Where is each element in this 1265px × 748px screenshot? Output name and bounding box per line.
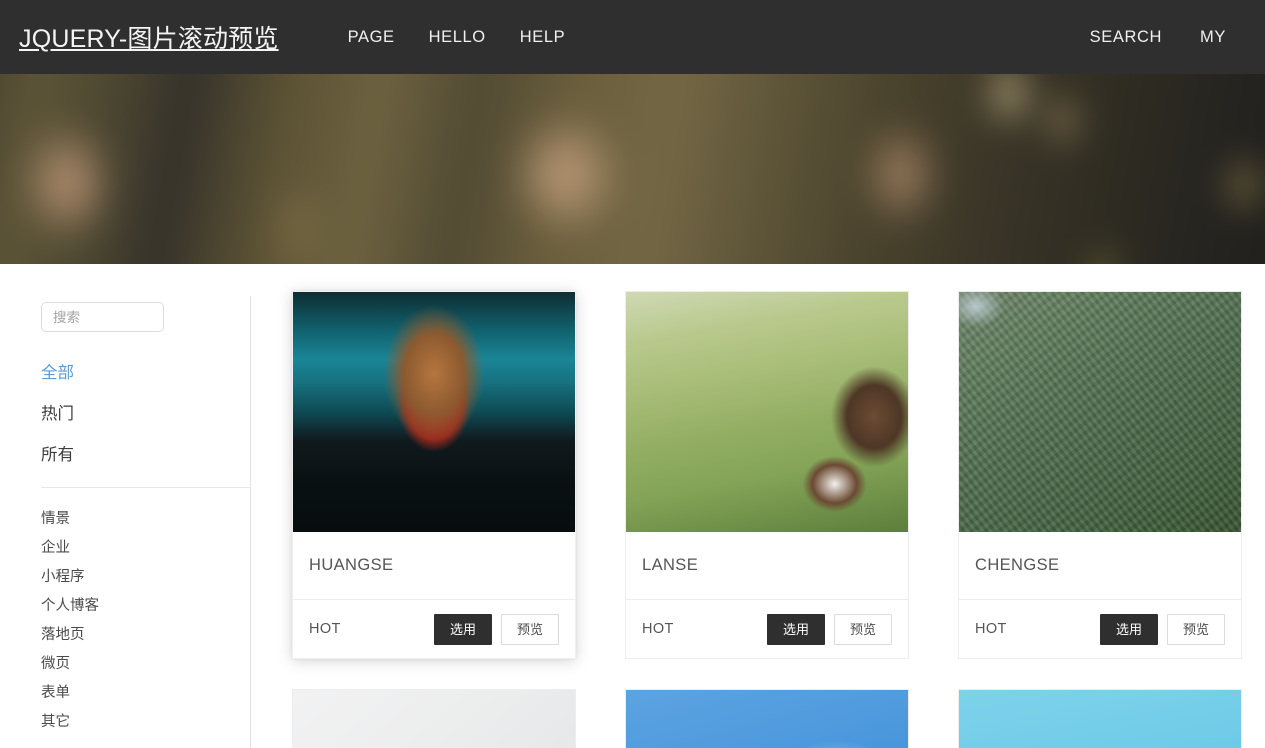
card-image-field[interactable] xyxy=(626,292,908,532)
card-title: HUANGSE xyxy=(293,532,575,600)
card-huangse[interactable]: HUANGSE HOT 选用 预览 xyxy=(292,291,576,659)
card-row-1: HUANGSE HOT 选用 预览 LANSE HOT 选用 预览 CHENGS… xyxy=(292,291,1265,659)
card-row-2 xyxy=(292,689,1265,748)
card-grid: HUANGSE HOT 选用 预览 LANSE HOT 选用 预览 CHENGS… xyxy=(251,264,1265,748)
sidebar-item-everything[interactable]: 所有 xyxy=(41,435,251,476)
card-image-cyan-sky[interactable] xyxy=(959,690,1241,748)
hero-background-image xyxy=(0,74,1265,264)
nav-link-hello[interactable]: HELLO xyxy=(412,28,503,47)
card-image-canoe[interactable] xyxy=(293,292,575,532)
card-image-blue-sky[interactable] xyxy=(626,690,908,748)
primary-nav: PAGE HELLO HELP xyxy=(331,28,583,47)
sidebar-item-scenario[interactable]: 情景 xyxy=(41,505,251,534)
select-button[interactable]: 选用 xyxy=(766,613,825,645)
sidebar-item-enterprise[interactable]: 企业 xyxy=(41,534,251,563)
preview-button[interactable]: 预览 xyxy=(1166,613,1225,645)
sidebar-item-form[interactable]: 表单 xyxy=(41,679,251,708)
secondary-nav: SEARCH MY xyxy=(1071,28,1265,47)
card-image-white[interactable] xyxy=(293,690,575,748)
brand-logo[interactable]: JQUERY-图片滚动预览 xyxy=(19,19,279,55)
select-button[interactable]: 选用 xyxy=(1099,613,1158,645)
card-actions: 选用 预览 xyxy=(1099,613,1225,645)
sidebar-item-all[interactable]: 全部 xyxy=(41,353,251,394)
secondary-category-list: 情景 企业 小程序 个人博客 落地页 微页 表单 其它 xyxy=(0,505,251,737)
card-row2-2[interactable] xyxy=(625,689,909,748)
sidebar-item-other[interactable]: 其它 xyxy=(41,708,251,737)
card-chengse[interactable]: CHENGSE HOT 选用 预览 xyxy=(958,291,1242,659)
card-row2-1[interactable] xyxy=(292,689,576,748)
main-content: 全部 热门 所有 情景 企业 小程序 个人博客 落地页 微页 表单 其它 HUA… xyxy=(0,264,1265,748)
card-tag-hot: HOT xyxy=(975,621,1007,637)
primary-category-list: 全部 热门 所有 xyxy=(0,353,251,476)
hero-banner xyxy=(0,74,1265,264)
sidebar-divider xyxy=(41,487,250,488)
sidebar-item-hot[interactable]: 热门 xyxy=(41,394,251,435)
card-footer: HOT 选用 预览 xyxy=(626,600,908,658)
preview-button[interactable]: 预览 xyxy=(500,613,559,645)
card-lanse[interactable]: LANSE HOT 选用 预览 xyxy=(625,291,909,659)
search-input[interactable] xyxy=(41,302,164,332)
nav-link-help[interactable]: HELP xyxy=(503,28,583,47)
nav-link-search[interactable]: SEARCH xyxy=(1071,28,1181,47)
sidebar-item-personal-blog[interactable]: 个人博客 xyxy=(41,592,251,621)
card-actions: 选用 预览 xyxy=(433,613,559,645)
preview-button[interactable]: 预览 xyxy=(833,613,892,645)
card-image-pine[interactable] xyxy=(959,292,1241,532)
nav-link-my[interactable]: MY xyxy=(1181,28,1245,47)
sidebar: 全部 热门 所有 情景 企业 小程序 个人博客 落地页 微页 表单 其它 xyxy=(0,264,251,748)
sidebar-item-landing-page[interactable]: 落地页 xyxy=(41,621,251,650)
card-actions: 选用 预览 xyxy=(766,613,892,645)
card-footer: HOT 选用 预览 xyxy=(959,600,1241,658)
nav-link-page[interactable]: PAGE xyxy=(331,28,412,47)
card-tag-hot: HOT xyxy=(309,621,341,637)
sidebar-item-miniprogram[interactable]: 小程序 xyxy=(41,563,251,592)
card-tag-hot: HOT xyxy=(642,621,674,637)
top-navbar: JQUERY-图片滚动预览 PAGE HELLO HELP SEARCH MY xyxy=(0,0,1265,74)
sidebar-item-micro-page[interactable]: 微页 xyxy=(41,650,251,679)
card-title: CHENGSE xyxy=(959,532,1241,600)
card-title: LANSE xyxy=(626,532,908,600)
card-row2-3[interactable] xyxy=(958,689,1242,748)
card-footer: HOT 选用 预览 xyxy=(293,600,575,658)
select-button[interactable]: 选用 xyxy=(433,613,492,645)
